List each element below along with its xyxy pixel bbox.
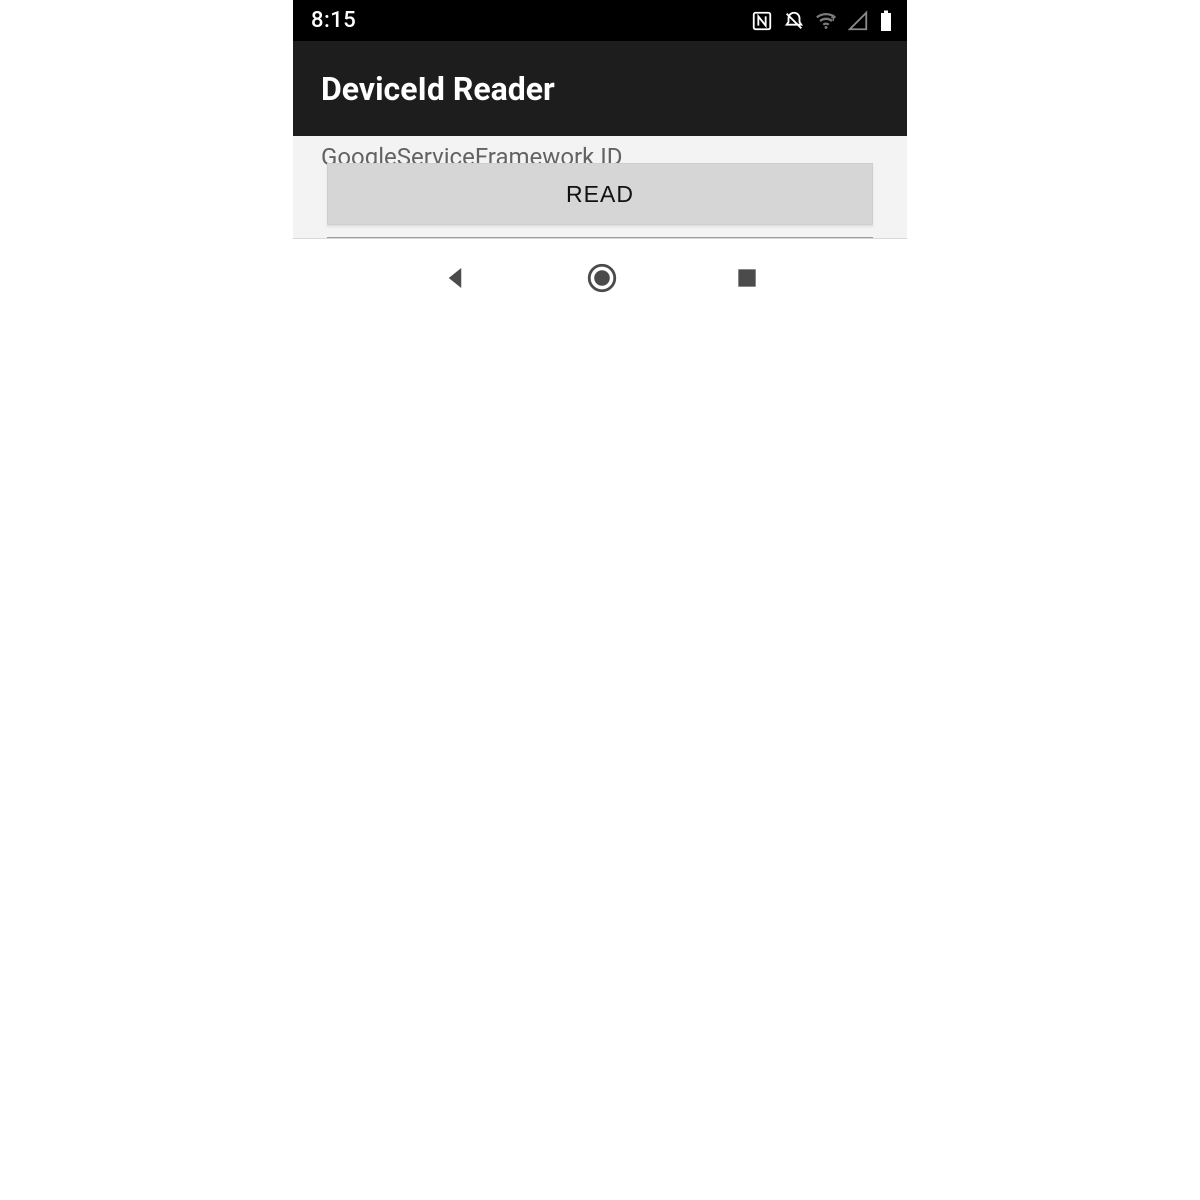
recent-apps-icon[interactable] xyxy=(734,265,760,291)
cellular-signal-icon xyxy=(847,10,869,32)
wifi-icon xyxy=(815,10,837,32)
status-icons xyxy=(751,10,893,32)
app-title: DeviceId Reader xyxy=(321,70,555,108)
bottom-spacer xyxy=(293,317,907,427)
app-bar: DeviceId Reader xyxy=(293,41,907,136)
status-time: 8:15 xyxy=(311,8,356,33)
navigation-bar xyxy=(293,239,907,317)
nfc-icon xyxy=(751,10,773,32)
home-icon[interactable] xyxy=(585,261,619,295)
phone-frame: 8:15 DeviceId Reader GoogleServiceFramew… xyxy=(293,0,907,427)
content-area: GoogleServiceFramework ID READ xyxy=(293,136,907,239)
back-icon[interactable] xyxy=(440,263,470,293)
battery-icon xyxy=(879,10,893,32)
do-not-disturb-icon xyxy=(783,10,805,32)
read-button[interactable]: READ xyxy=(327,163,873,225)
status-bar: 8:15 xyxy=(293,0,907,41)
read-button-wrap: READ xyxy=(327,163,873,225)
